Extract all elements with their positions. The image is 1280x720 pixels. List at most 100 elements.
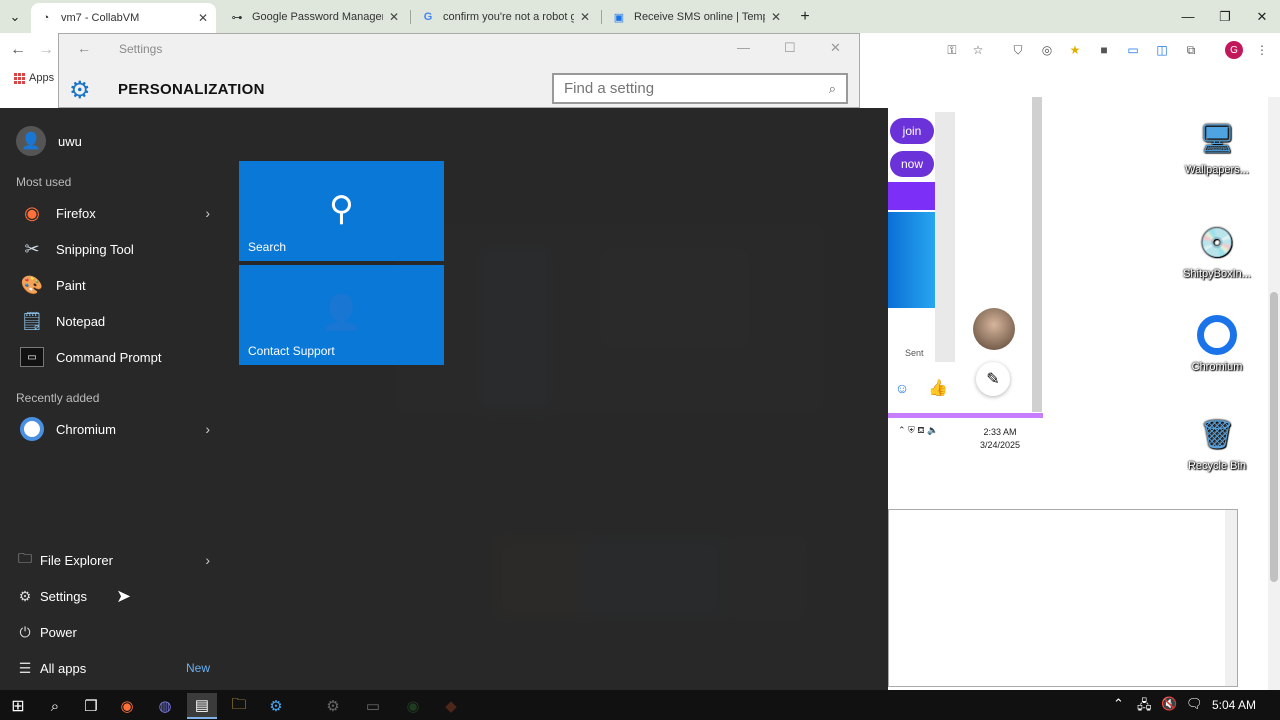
taskbar-firefox[interactable]: ◉ [112,693,142,719]
firefox-icon: ◉ [24,202,40,223]
apps-bookmark[interactable]: Apps [14,72,54,84]
notifications-icon[interactable]: 🗨 [1186,696,1203,712]
app-label: Firefox [56,205,96,221]
start-item-snipping-tool[interactable]: ✂ Snipping Tool [16,233,216,265]
extension-icon[interactable]: ▭ [1125,42,1141,58]
restore-icon: ❐ [1219,8,1231,24]
start-item-power[interactable]: ⏻ Power [16,620,216,644]
palette-icon: 🎨 [20,274,44,295]
key-icon[interactable]: ⚿ [944,42,960,58]
find-setting-input[interactable] [564,80,829,97]
user-account[interactable]: 👤 uwu [16,126,82,156]
taskbar-clock[interactable]: 5:04 AM [1212,698,1256,712]
tab-collabvm[interactable]: ◔ vm7 - CollabVM ✕ [31,3,216,33]
profile-avatar[interactable]: G [1225,41,1243,59]
tile-contact-support[interactable]: 👤 Contact Support [239,265,444,365]
start-item-notepad[interactable]: 🗒 Notepad [16,305,216,337]
task-view-button[interactable]: ❐ [76,693,106,719]
chevron-right-icon[interactable]: › [205,421,210,437]
taskbar-dim-item[interactable]: ⚙ [318,693,348,719]
close-icon[interactable]: ✕ [389,10,399,24]
close-icon[interactable]: ✕ [830,40,841,56]
extension-icon[interactable]: ★ [1067,42,1083,58]
chat-scrollbar[interactable] [935,112,955,362]
taskbar-settings[interactable]: ⚙ [261,693,291,719]
network-icon[interactable]: 🖧 [1137,696,1152,718]
close-icon[interactable]: ✕ [198,11,208,25]
start-button[interactable]: ⊞ [3,693,33,719]
chevron-down-icon: ⌄ [9,8,21,24]
tile-search[interactable]: ⚲ Search [239,161,444,261]
user-icon: 👤 [16,126,46,156]
taskbar-dim-item[interactable]: ◆ [436,693,466,719]
chevron-up-icon[interactable]: ⌃ [1113,696,1124,712]
apps-label: Apps [29,72,55,84]
side-scrollbar[interactable] [1032,97,1042,412]
textbox-scrollbar[interactable] [1225,510,1237,686]
extension-icon[interactable]: ◫ [1154,42,1170,58]
start-item-file-explorer[interactable]: 🗀 File Explorer › [16,548,216,572]
gear-icon: ⚙ [269,698,283,715]
minimize-icon[interactable]: — [737,40,750,55]
start-item-paint[interactable]: 🎨 Paint [16,269,216,301]
new-tab-button[interactable]: + [790,0,820,33]
back-arrow-icon[interactable]: ← [77,40,91,56]
close-icon: ✕ [1256,8,1268,24]
forward-icon[interactable]: → [38,41,54,59]
google-icon: G [423,11,433,23]
close-icon[interactable]: ✕ [580,10,590,24]
maximize-icon[interactable]: ☐ [784,40,796,56]
start-item-all-apps[interactable]: ☰ All apps New [16,656,216,680]
star-icon[interactable]: ☆ [970,42,986,58]
restore-button[interactable]: ❐ [1207,0,1243,33]
start-item-chromium[interactable]: Chromium › [16,413,216,445]
desktop-icon-wallpapers[interactable]: 🖥 Wallpapers... [1177,116,1257,177]
now-button[interactable]: now [890,151,934,177]
chevron-right-icon[interactable]: › [205,552,210,568]
start-item-command-prompt[interactable]: ▭ Command Prompt [16,341,216,373]
close-icon[interactable]: ✕ [771,10,781,24]
user-avatar-photo[interactable] [973,308,1015,350]
taskbar-dim-item[interactable]: ▭ [358,693,388,719]
taskbar-dim-item[interactable]: ◉ [398,693,428,719]
tab-robot-check[interactable]: G confirm you're not a robot goo ✕ [413,4,598,30]
app-icon: ◉ [406,698,420,715]
puzzle-icon[interactable]: ⧉ [1183,42,1199,58]
search-button[interactable]: ⌕ [40,693,70,719]
inner-clock-time: 2:33 AM [983,427,1017,437]
terminal-icon: ▭ [20,347,44,367]
more-menu-icon[interactable]: ⋮ [1254,42,1270,58]
start-item-firefox[interactable]: ◉ Firefox › [16,197,216,229]
system-item-label: All apps [40,660,87,676]
tab-title: vm7 - CollabVM [61,12,140,24]
chat-textbox[interactable] [888,509,1238,687]
volume-muted-icon[interactable]: 🔇 [1161,696,1177,712]
inner-clock-date: 3/24/2025 [980,440,1021,450]
thumbs-up-icon[interactable]: 👍 [928,378,948,398]
extension-icon[interactable]: ■ [1096,42,1112,58]
tab-search-button[interactable]: ⌄ [2,0,28,33]
desktop-icon-recycle-bin[interactable]: 🗑 Recycle Bin [1177,412,1257,473]
find-setting-box[interactable]: ⌕ [552,73,848,104]
desktop-icon-chromium[interactable]: Chromium [1177,313,1257,373]
back-icon[interactable]: ← [10,41,26,59]
desktop-icon-shitpybox[interactable]: 💿 ShitpyBoxIn... [1177,220,1257,281]
join-button[interactable]: join [890,118,934,144]
inner-clock: 2:33 AM 3/24/2025 [980,426,1020,452]
taskbar-app[interactable]: ◍ [150,693,180,719]
compose-button[interactable]: ✎ [976,362,1010,396]
taskbar-file-explorer[interactable]: 🗀 [224,693,254,719]
blue-image [888,212,935,308]
chevron-right-icon[interactable]: › [205,205,210,221]
taskbar-active-app[interactable]: ▤ [187,693,217,719]
close-window-button[interactable]: ✕ [1244,0,1280,33]
shield-extension-icon[interactable]: ⛉ [1010,42,1026,58]
emoji-icon[interactable]: ☺ [892,378,912,398]
tab-receive-sms[interactable]: ▣ Receive SMS online | Tempora ✕ [604,4,789,30]
search-icon: ⚲ [329,190,354,228]
extension-icon[interactable]: ◎ [1039,42,1055,58]
minimize-button[interactable]: — [1170,0,1206,33]
tab-password-manager[interactable]: ⊶ Google Password Manager ✕ [222,4,407,30]
scrollbar-thumb[interactable] [1270,292,1278,582]
page-scrollbar[interactable] [1268,97,1280,690]
